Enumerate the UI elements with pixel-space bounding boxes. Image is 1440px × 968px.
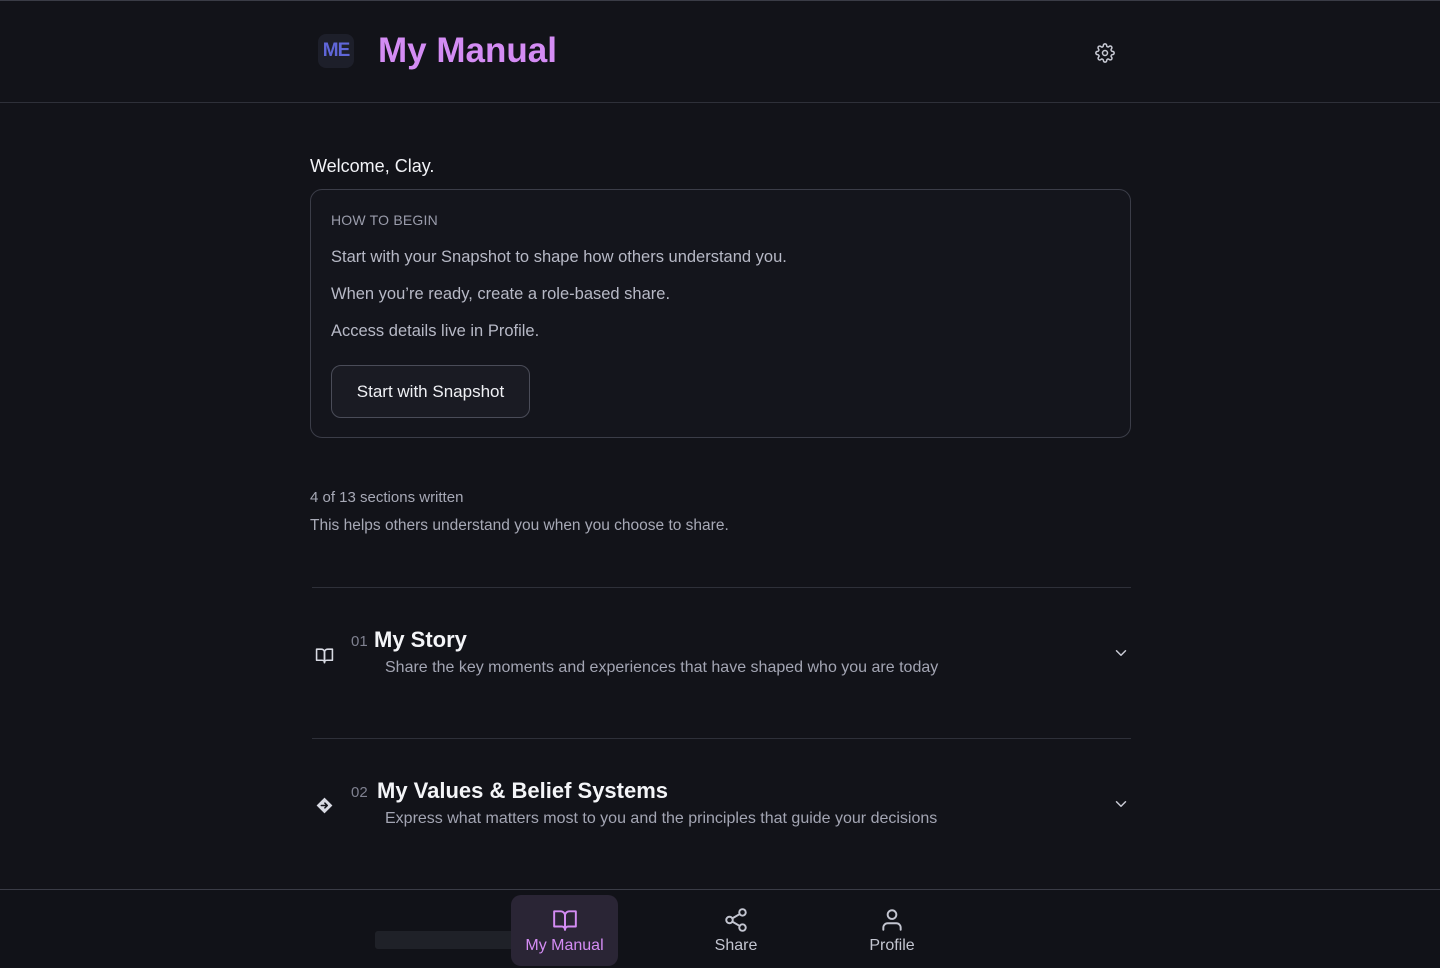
nav-label: My Manual [525, 936, 604, 954]
settings-button[interactable] [1093, 41, 1116, 64]
share-icon [725, 907, 747, 932]
how-to-begin-line: Start with your Snapshot to shape how ot… [331, 248, 787, 266]
progress-note: This helps others understand you when yo… [310, 517, 729, 534]
section-icon [314, 795, 335, 816]
app-header: ME My Manual [0, 1, 1440, 103]
welcome-message: Welcome, Clay. [310, 156, 435, 176]
chevron-down-icon[interactable] [1112, 795, 1130, 813]
sections-progress-count: 4 of 13 sections written [310, 489, 464, 506]
nav-label: Share [714, 936, 758, 954]
nav-my-manual[interactable]: My Manual [511, 895, 618, 966]
how-to-begin-label: HOW TO BEGIN [331, 212, 438, 228]
section-icon [314, 645, 335, 666]
book-icon [552, 909, 577, 931]
section-number: 02 [351, 784, 368, 801]
how-to-begin-line: When you’re ready, create a role-based s… [331, 285, 671, 303]
bottom-navigation: My Manual Share Profile [0, 889, 1440, 967]
next-section-placeholder [375, 931, 515, 949]
app-logo[interactable]: ME [318, 34, 354, 68]
how-to-begin-line: Access details live in Profile. [331, 322, 540, 340]
compass-diamond-icon [316, 797, 333, 814]
section-description: Share the key moments and experiences th… [385, 659, 939, 676]
chevron-down-icon[interactable] [1112, 644, 1130, 662]
user-icon [882, 908, 902, 931]
section-description: Express what matters most to you and the… [385, 810, 938, 827]
start-with-snapshot-button[interactable]: Start with Snapshot [331, 365, 530, 418]
nav-share[interactable]: Share [696, 895, 776, 966]
how-to-begin-card: HOW TO BEGIN Start with your Snapshot to… [310, 189, 1131, 438]
nav-label: Profile [869, 936, 915, 954]
section-title: My Story [374, 627, 467, 652]
section-number: 01 [351, 633, 368, 650]
section-title: My Values & Belief Systems [377, 778, 669, 803]
open-book-icon [315, 648, 334, 664]
gear-icon [1094, 42, 1115, 63]
nav-profile[interactable]: Profile [852, 895, 932, 966]
app-title: My Manual [378, 31, 557, 70]
